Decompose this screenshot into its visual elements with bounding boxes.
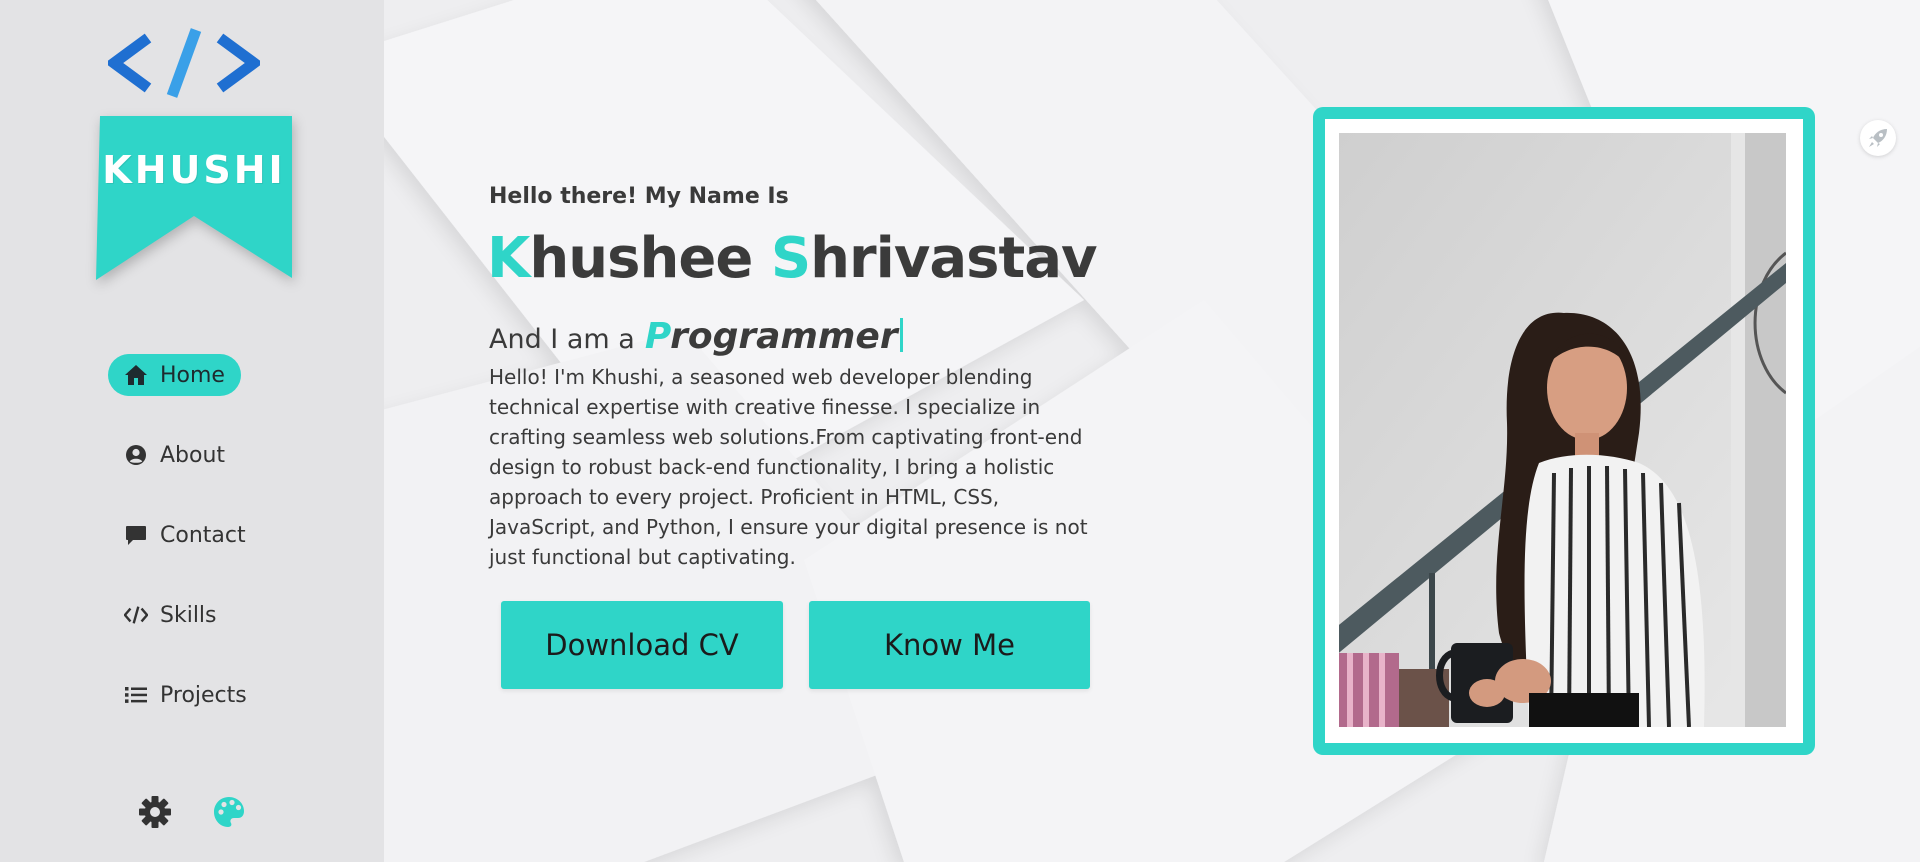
code-brackets-icon[interactable] <box>108 28 260 98</box>
sidebar-item-label: Home <box>160 362 225 388</box>
intro-text: Hello there! My Name Is <box>489 184 789 209</box>
list-icon <box>124 683 148 707</box>
know-me-button[interactable]: Know Me <box>809 601 1090 689</box>
sidebar-item-label: Contact <box>160 522 246 548</box>
hero-section: Hello there! My Name Is Khushee Shrivast… <box>384 0 1920 862</box>
role-prefix: And I am a <box>489 324 635 355</box>
sidebar-item-about[interactable]: About <box>108 434 241 476</box>
typed-role: Programmer <box>645 316 903 357</box>
role-initial: P <box>644 316 671 357</box>
profile-photo <box>1339 133 1786 727</box>
rocket-icon[interactable] <box>1860 120 1896 156</box>
code-icon <box>124 603 148 627</box>
sidebar-item-contact[interactable]: Contact <box>108 514 262 556</box>
home-icon <box>124 363 148 387</box>
name-initial: K <box>487 226 530 291</box>
chat-bubble-icon <box>124 523 148 547</box>
sidebar-item-label: Skills <box>160 602 217 628</box>
sidebar-item-projects[interactable]: Projects <box>108 674 263 716</box>
profile-photo-border <box>1325 119 1803 743</box>
full-name: Khushee Shrivastav <box>487 226 1098 291</box>
bio-paragraph: Hello! I'm Khushi, a seasoned web develo… <box>489 365 1088 569</box>
role-rest: rogrammer <box>670 316 898 357</box>
download-cv-button[interactable]: Download CV <box>501 601 783 689</box>
gear-icon[interactable] <box>138 795 172 829</box>
sidebar-item-skills[interactable]: Skills <box>108 594 233 636</box>
user-circle-icon <box>124 443 148 467</box>
typing-caret <box>899 318 903 352</box>
brand-name: KHUSHI <box>102 148 286 192</box>
sidebar: KHUSHI Home About Contact Skills Project… <box>0 0 384 862</box>
brand-ribbon[interactable] <box>96 116 292 280</box>
role-line: And I am a Programmer <box>489 316 903 357</box>
sidebar-item-label: Projects <box>160 682 247 708</box>
name-first-rest: hushee <box>529 226 753 291</box>
palette-icon[interactable] <box>212 795 246 829</box>
sidebar-item-home[interactable]: Home <box>108 354 241 396</box>
surname-initial: S <box>770 226 811 291</box>
name-last-rest: hrivastav <box>810 226 1097 291</box>
sidebar-item-label: About <box>160 442 226 468</box>
profile-photo-frame <box>1313 107 1815 755</box>
